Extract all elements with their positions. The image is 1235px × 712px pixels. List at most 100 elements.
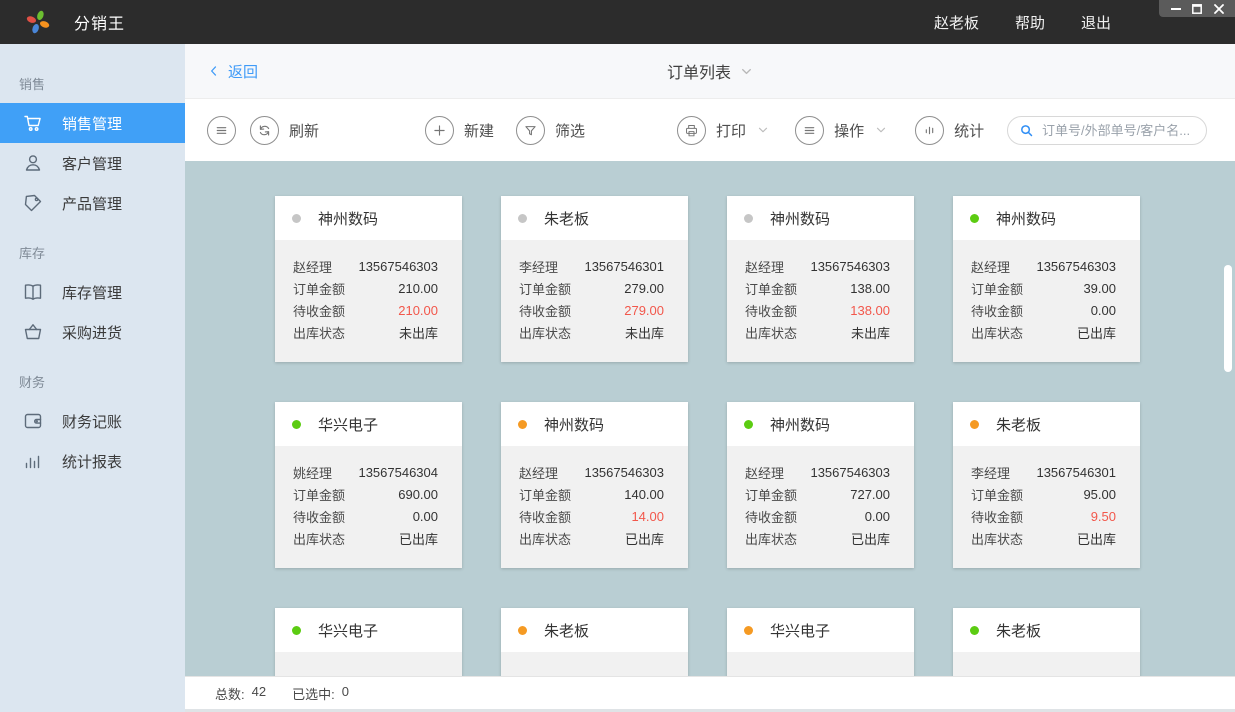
- sidebar-item-customer-management[interactable]: 客户管理: [0, 143, 185, 183]
- person-icon: [21, 151, 45, 175]
- ship-status-value: 已出库: [1076, 531, 1116, 547]
- selected-count: 已选中: 0: [292, 684, 349, 703]
- sidebar-item-statistics-report[interactable]: 统计报表: [0, 441, 185, 481]
- order-card[interactable]: 朱老板 李经理 13567546301 订单金额 279.00 待收金额 279.00…: [501, 196, 688, 362]
- due-amount-value: 210.00: [398, 302, 438, 318]
- order-amount-value: 140.00: [624, 486, 664, 502]
- status-dot-icon: [970, 213, 979, 223]
- status-dot-icon: [518, 213, 527, 223]
- status-dot-icon: [970, 419, 979, 429]
- new-label: 新建: [464, 122, 495, 140]
- wallet-icon: [21, 409, 45, 433]
- customer-name: 华兴电子: [318, 416, 379, 434]
- status-dot-icon: [518, 419, 527, 429]
- chevron-down-icon: [758, 127, 768, 133]
- vertical-scrollbar[interactable]: [1224, 265, 1232, 372]
- ship-status-value: 已出库: [1076, 325, 1116, 341]
- manager-name: 姚经理: [293, 465, 333, 481]
- order-card-body: 赵经理 13567546303 订单金额 138.00 待收金额 138.00 出库状…: [727, 240, 914, 343]
- ship-status-label: 出库状态: [293, 325, 346, 341]
- menu-icon: [795, 115, 825, 145]
- phone-number: 13567546301: [1036, 464, 1116, 480]
- app-title: 分销王: [74, 16, 126, 33]
- due-amount-label: 待收金额: [745, 303, 798, 319]
- sidebar-item-purchasing[interactable]: 采购进货: [0, 312, 185, 352]
- order-card[interactable]: 华兴电子 姚经理 13567546304 订单金额 690.00 待收金额 0.00 …: [275, 402, 462, 568]
- due-amount-value: 14.00: [631, 508, 664, 524]
- customer-name: 神州数码: [996, 210, 1057, 228]
- sidebar-item-inventory-management[interactable]: 库存管理: [0, 272, 185, 312]
- order-card[interactable]: 华兴电子: [727, 608, 914, 676]
- chevron-down-icon: [742, 68, 751, 74]
- toolbar: 刷新 新建 筛选 打印 操作 统计 订单号/外部单号/客户名...: [185, 99, 1235, 161]
- customer-name: 神州数码: [318, 210, 379, 228]
- order-card[interactable]: 神州数码 赵经理 13567546303 订单金额 727.00 待收金额 0.00 …: [727, 402, 914, 568]
- page-title: 订单列表: [666, 65, 732, 82]
- order-amount-label: 订单金额: [293, 281, 346, 297]
- refresh-button[interactable]: 刷新: [250, 115, 319, 145]
- filter-button[interactable]: 筛选: [516, 115, 585, 145]
- due-amount-label: 待收金额: [519, 303, 572, 319]
- phone-number: 13567546301: [584, 258, 664, 274]
- order-amount-value: 95.00: [1083, 486, 1116, 502]
- order-amount-value: 210.00: [398, 280, 438, 296]
- total-label: 总数:: [215, 686, 245, 702]
- maximize-icon: [1192, 3, 1202, 14]
- order-card[interactable]: 朱老板: [953, 608, 1140, 676]
- status-dot-icon: [518, 625, 527, 635]
- sidebar-item-product-management[interactable]: 产品管理: [0, 183, 185, 223]
- close-button[interactable]: [1213, 3, 1224, 14]
- ship-status-value: 未出库: [624, 325, 664, 341]
- help-menu[interactable]: 帮助: [1015, 12, 1045, 33]
- due-amount-label: 待收金额: [519, 509, 572, 525]
- order-card-header: 神州数码: [501, 402, 688, 446]
- status-dot-icon: [292, 213, 301, 223]
- order-card-header: 神州数码: [953, 196, 1140, 240]
- phone-number: 13567546303: [1036, 258, 1116, 274]
- order-card[interactable]: 神州数码 赵经理 13567546303 订单金额 39.00 待收金额 0.00 出…: [953, 196, 1140, 362]
- chevron-left-icon: [211, 66, 217, 76]
- page-title-dropdown[interactable]: 订单列表: [667, 59, 753, 83]
- order-card-header: 朱老板: [501, 608, 688, 652]
- order-card-header: 神州数码: [727, 402, 914, 446]
- order-card[interactable]: 朱老板: [501, 608, 688, 676]
- order-card[interactable]: 神州数码 赵经理 13567546303 订单金额 210.00 待收金额 210.0…: [275, 196, 462, 362]
- customer-name: 神州数码: [544, 416, 605, 434]
- statusbar: 总数: 42 已选中: 0: [185, 676, 1235, 709]
- order-amount-value: 690.00: [398, 486, 438, 502]
- view-menu-button[interactable]: [207, 115, 236, 145]
- chart-icon: [21, 449, 45, 473]
- basket-icon: [21, 320, 45, 344]
- order-card[interactable]: 华兴电子: [275, 608, 462, 676]
- sidebar: 销售 销售管理 客户管理 产品管理 库存 库存管理 采购进货 财务 财务记账 统计报表: [0, 44, 185, 712]
- sidebar-item-finance-bookkeeping[interactable]: 财务记账: [0, 401, 185, 441]
- order-card[interactable]: 朱老板 李经理 13567546301 订单金额 95.00 待收金额 9.50 出库…: [953, 402, 1140, 568]
- sidebar-item-sales-management[interactable]: 销售管理: [0, 103, 185, 143]
- order-card-body: [727, 652, 914, 676]
- page-header: 返回 订单列表: [185, 44, 1235, 99]
- print-label: 打印: [716, 122, 747, 140]
- order-card[interactable]: 神州数码 赵经理 13567546303 订单金额 138.00 待收金额 138.0…: [727, 196, 914, 362]
- search-input[interactable]: [1007, 115, 1207, 145]
- print-button[interactable]: 打印: [677, 115, 769, 145]
- operate-button[interactable]: 操作: [795, 115, 887, 145]
- maximize-button[interactable]: [1192, 3, 1202, 14]
- sidebar-item-label: 客户管理: [62, 155, 123, 173]
- logout-menu[interactable]: 退出: [1081, 12, 1111, 33]
- sidebar-item-label: 库存管理: [62, 284, 123, 302]
- customer-name: 朱老板: [996, 416, 1042, 434]
- due-amount-value: 0.00: [864, 508, 890, 524]
- phone-number: 13567546303: [810, 464, 890, 480]
- phone-number: 13567546304: [358, 464, 438, 480]
- minimize-button[interactable]: [1170, 4, 1181, 14]
- new-button[interactable]: 新建: [425, 115, 495, 145]
- back-button[interactable]: 返回: [207, 61, 258, 82]
- stats-button[interactable]: 统计: [915, 115, 984, 145]
- sidebar-item-label: 销售管理: [62, 115, 123, 133]
- ship-status-value: 未出库: [850, 325, 890, 341]
- order-card-header: 华兴电子: [275, 608, 462, 652]
- order-card-grid: 神州数码 赵经理 13567546303 订单金额 210.00 待收金额 210.0…: [185, 161, 1235, 676]
- order-card[interactable]: 神州数码 赵经理 13567546303 订单金额 140.00 待收金额 14.00…: [501, 402, 688, 568]
- order-card-body: 李经理 13567546301 订单金额 95.00 待收金额 9.50 出库状态 已出…: [953, 446, 1140, 549]
- user-menu[interactable]: 赵老板: [934, 12, 979, 33]
